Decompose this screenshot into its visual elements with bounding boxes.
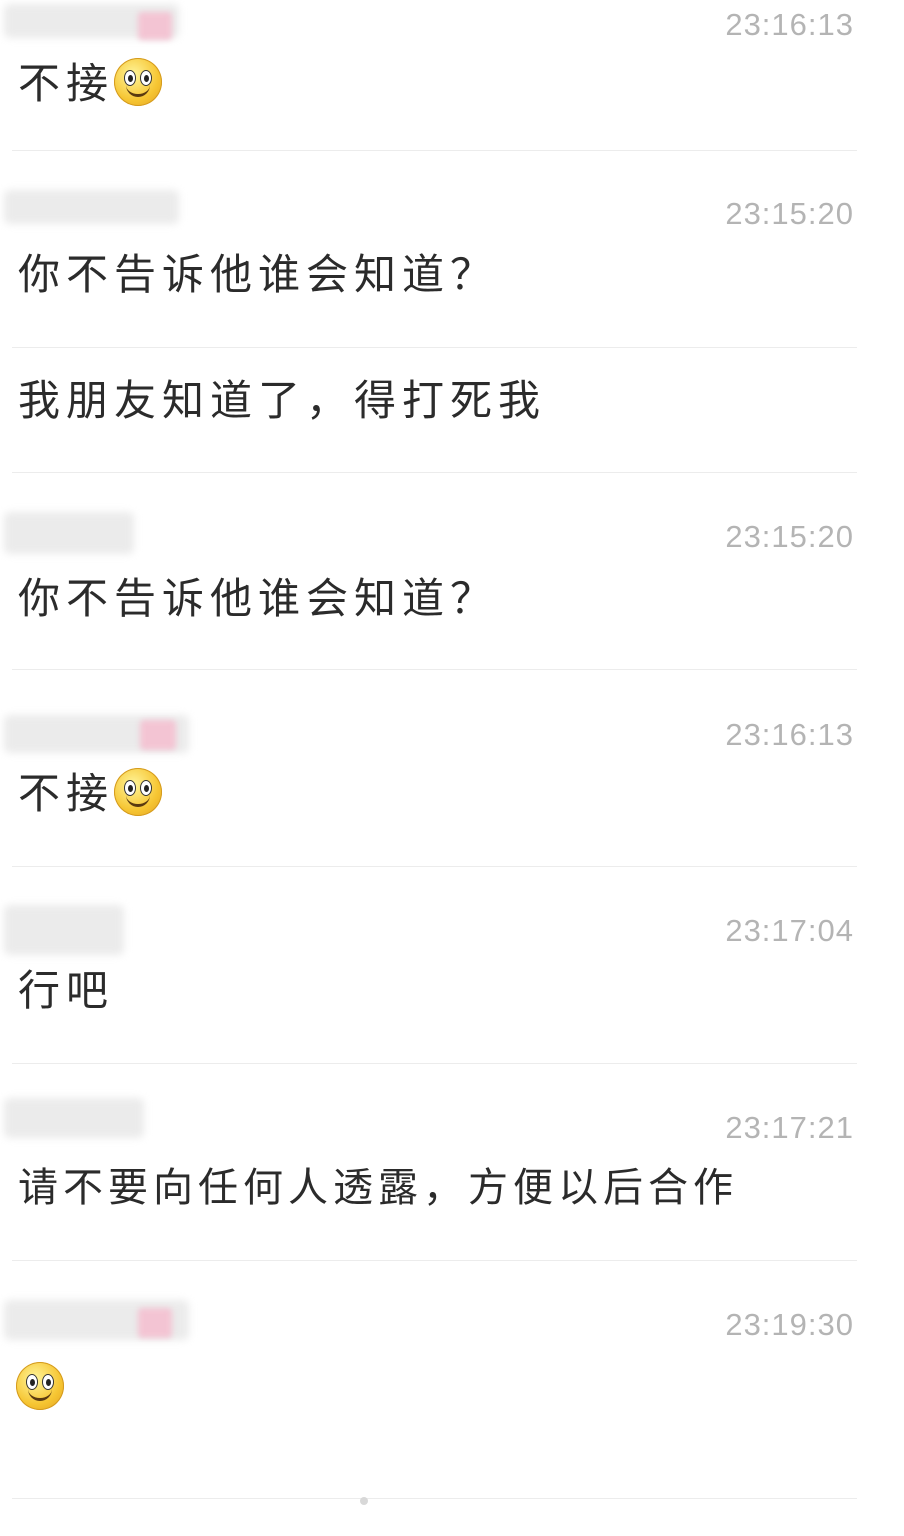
message-text-content: 不接: [18, 59, 115, 108]
separator: [12, 669, 857, 670]
message-text: 请不要向任何人透露，方便以后合作: [18, 1165, 738, 1211]
blurred-sender-name: [4, 905, 124, 955]
separator: [12, 866, 857, 867]
blurred-sender-avatar: [140, 720, 176, 750]
blurred-sender-name: [4, 512, 134, 554]
message-timestamp: 23:15:20: [725, 519, 854, 554]
separator: [12, 347, 857, 348]
message-timestamp: 23:16:13: [725, 717, 854, 752]
separator: [12, 1063, 857, 1064]
message-text: 你不告诉他谁会知道？: [18, 574, 499, 623]
blurred-sender-avatar: [138, 12, 172, 40]
message-text: 行吧: [18, 966, 115, 1015]
message-timestamp: 23:19:30: [725, 1307, 854, 1342]
message-text: 不接: [18, 58, 163, 109]
smile-emoji-icon: [114, 58, 163, 106]
page-indicator-dot: [360, 1497, 368, 1505]
separator: [12, 150, 857, 151]
blurred-sender-name: [4, 1098, 144, 1138]
smile-emoji-icon: [16, 1362, 64, 1410]
separator: [12, 472, 857, 473]
blurred-sender-avatar: [138, 1308, 172, 1338]
message-timestamp: 23:17:04: [725, 913, 854, 948]
separator: [12, 1260, 857, 1261]
message-text: [16, 1362, 64, 1413]
blurred-sender-name: [4, 190, 179, 224]
separator: [12, 1498, 857, 1499]
message-timestamp: 23:17:21: [725, 1110, 854, 1145]
message-timestamp: 23:16:13: [725, 7, 854, 42]
message-text: 不接: [18, 768, 163, 819]
message-timestamp: 23:15:20: [725, 196, 854, 231]
message-text: 我朋友知道了，得打死我: [18, 376, 547, 425]
message-text: 你不告诉他谁会知道？: [18, 250, 499, 299]
smile-emoji-icon: [114, 768, 163, 816]
message-text-content: 不接: [18, 769, 115, 818]
